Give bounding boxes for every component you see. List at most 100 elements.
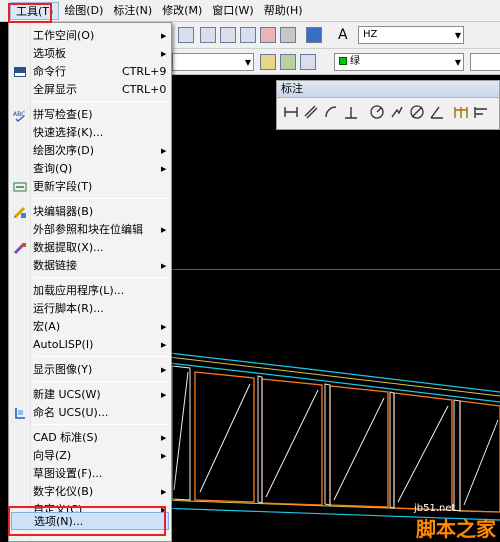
submenu-arrow-icon: ▶ (161, 434, 167, 442)
menu-item-named-ucs[interactable]: 命名 UCS(U)... (11, 404, 169, 422)
submenu-arrow-icon: ▶ (161, 165, 167, 173)
menu-help[interactable]: 帮助(H) (259, 2, 308, 20)
submenu-arrow-icon: ▶ (161, 452, 167, 460)
menu-item-data-links[interactable]: 数据链接 ▶ (11, 257, 169, 275)
menu-item-drafting-settings[interactable]: 草图设置(F)... (11, 465, 169, 483)
jogged-icon[interactable] (389, 104, 405, 120)
menu-item-label: 数据提取(X)... (33, 241, 104, 254)
annotation-box-tools-menu (8, 3, 52, 23)
submenu-arrow-icon: ▶ (161, 366, 167, 374)
text-style-icon[interactable]: A (338, 27, 354, 43)
submenu-arrow-icon: ▶ (161, 32, 167, 40)
submenu-arrow-icon: ▶ (161, 341, 167, 349)
linetype-select[interactable] (470, 53, 500, 71)
menu-item-label: 加载应用程序(L)... (33, 284, 125, 297)
menu-item-draw-order[interactable]: 绘图次序(D) ▶ (11, 142, 169, 160)
menu-item-display-image[interactable]: 显示图像(Y) ▶ (11, 361, 169, 379)
layer-previous-icon[interactable] (280, 54, 296, 70)
aligned-dimension-icon[interactable] (303, 104, 319, 120)
chevron-down-icon: ▼ (244, 58, 251, 67)
menu-item-update-fields[interactable]: 更新字段(T) (11, 178, 169, 196)
menu-item-label: 绘图次序(D) (33, 144, 95, 157)
command-line-icon (14, 67, 26, 77)
color-select[interactable]: 绿 ▼ (334, 53, 464, 71)
menu-dimension[interactable]: 标注(N) (108, 2, 157, 20)
menu-item-load-application[interactable]: 加载应用程序(L)... (11, 282, 169, 300)
menu-item-palettes[interactable]: 选项板 ▶ (11, 45, 169, 63)
dimension-toolbar: 标注 (276, 80, 500, 130)
tool-palettes-icon[interactable] (240, 27, 256, 43)
radius-icon[interactable] (369, 104, 385, 120)
pan-icon[interactable] (178, 27, 194, 43)
menu-item-fullscreen[interactable]: 全屏显示 CTRL+0 (11, 81, 169, 99)
menu-item-command-line[interactable]: 命令行 CTRL+9 (11, 63, 169, 81)
data-extraction-icon (13, 243, 26, 255)
menu-item-autolisp[interactable]: AutoLISP(I) ▶ (11, 336, 169, 354)
calculator-icon[interactable] (280, 27, 296, 43)
menu-item-label: 宏(A) (33, 320, 61, 333)
submenu-arrow-icon: ▶ (161, 391, 167, 399)
menu-item-xref-edit[interactable]: 外部参照和块在位编辑 ▶ (11, 221, 169, 239)
menu-item-label: 新建 UCS(W) (33, 388, 101, 401)
properties-icon[interactable] (200, 27, 216, 43)
menu-item-run-script[interactable]: 运行脚本(R)... (11, 300, 169, 318)
submenu-arrow-icon: ▶ (161, 488, 167, 496)
menu-item-label: 全屏显示 (33, 83, 77, 96)
menu-item-quick-select[interactable]: 快速选择(K)... (11, 124, 169, 142)
menu-item-new-ucs[interactable]: 新建 UCS(W) ▶ (11, 386, 169, 404)
chevron-down-icon: ▼ (454, 31, 461, 40)
dimension-toolbar-title: 标注 (277, 81, 499, 98)
menu-item-inquiry[interactable]: 查询(Q) ▶ (11, 160, 169, 178)
menu-window[interactable]: 窗口(W) (207, 2, 258, 20)
design-center-icon[interactable] (220, 27, 236, 43)
menu-item-label: 命令行 (33, 65, 66, 78)
menu-item-wizards[interactable]: 向导(Z) ▶ (11, 447, 169, 465)
menu-separator (33, 198, 169, 199)
menu-item-label: 数字化仪(B) (33, 485, 94, 498)
submenu-arrow-icon: ▶ (161, 262, 167, 270)
update-field-icon (13, 182, 27, 192)
help-icon[interactable] (306, 27, 322, 43)
angular-icon[interactable] (429, 104, 445, 120)
menu-item-data-extraction[interactable]: 数据提取(X)... (11, 239, 169, 257)
menu-modify[interactable]: 修改(M) (157, 2, 207, 20)
menu-item-block-editor[interactable]: 块编辑器(B) (11, 203, 169, 221)
tools-menu: 工作空间(O) ▶ 选项板 ▶ 命令行 CTRL+9 全屏显示 CTRL+0 ABC 拼写… (8, 22, 172, 542)
arc-length-icon[interactable] (323, 104, 339, 120)
menu-item-label: 运行脚本(R)... (33, 302, 104, 315)
menubar: 工具(T) 绘图(D) 标注(N) 修改(M) 窗口(W) 帮助(H) (0, 0, 500, 22)
menu-draw[interactable]: 绘图(D) (59, 2, 108, 20)
layer-select[interactable]: ▼ (172, 53, 254, 71)
submenu-arrow-icon: ▶ (161, 323, 167, 331)
make-current-icon[interactable] (300, 54, 316, 70)
ordinate-icon[interactable] (343, 104, 359, 120)
linear-dimension-icon[interactable] (283, 104, 299, 120)
text-style-select[interactable]: HZ ▼ (358, 26, 464, 44)
menu-item-label: 向导(Z) (33, 449, 72, 462)
menu-item-macro[interactable]: 宏(A) ▶ (11, 318, 169, 336)
menu-item-cad-standards[interactable]: CAD 标准(S) ▶ (11, 429, 169, 447)
menu-item-label: 命名 UCS(U)... (33, 406, 109, 419)
text-style-value: HZ (363, 29, 378, 40)
shortcut-label: CTRL+0 (122, 83, 167, 96)
layer-state-icon[interactable] (260, 54, 276, 70)
menu-separator (33, 381, 169, 382)
menu-item-label: 块编辑器(B) (33, 205, 94, 218)
menu-item-label: 拼写检查(E) (33, 108, 93, 121)
menu-item-workspaces[interactable]: 工作空间(O) ▶ (11, 27, 169, 45)
named-ucs-icon (15, 408, 25, 419)
menu-item-label: 快速选择(K)... (33, 126, 104, 139)
standard-toolbar: A HZ ▼ (170, 22, 500, 49)
dim-style-icon[interactable] (470, 27, 486, 43)
menu-separator (33, 101, 169, 102)
chevron-down-icon: ▼ (454, 58, 461, 67)
quick-dimension-icon[interactable] (453, 104, 469, 120)
markup-icon[interactable] (260, 27, 276, 43)
menu-item-label: CAD 标准(S) (33, 431, 98, 444)
diameter-icon[interactable] (409, 104, 425, 120)
menu-item-label: 查询(Q) (33, 162, 73, 175)
menu-item-label: 数据链接 (33, 259, 77, 272)
baseline-icon[interactable] (473, 104, 489, 120)
menu-item-spell-check[interactable]: ABC 拼写检查(E) (11, 106, 169, 124)
menu-item-tablet[interactable]: 数字化仪(B) ▶ (11, 483, 169, 501)
